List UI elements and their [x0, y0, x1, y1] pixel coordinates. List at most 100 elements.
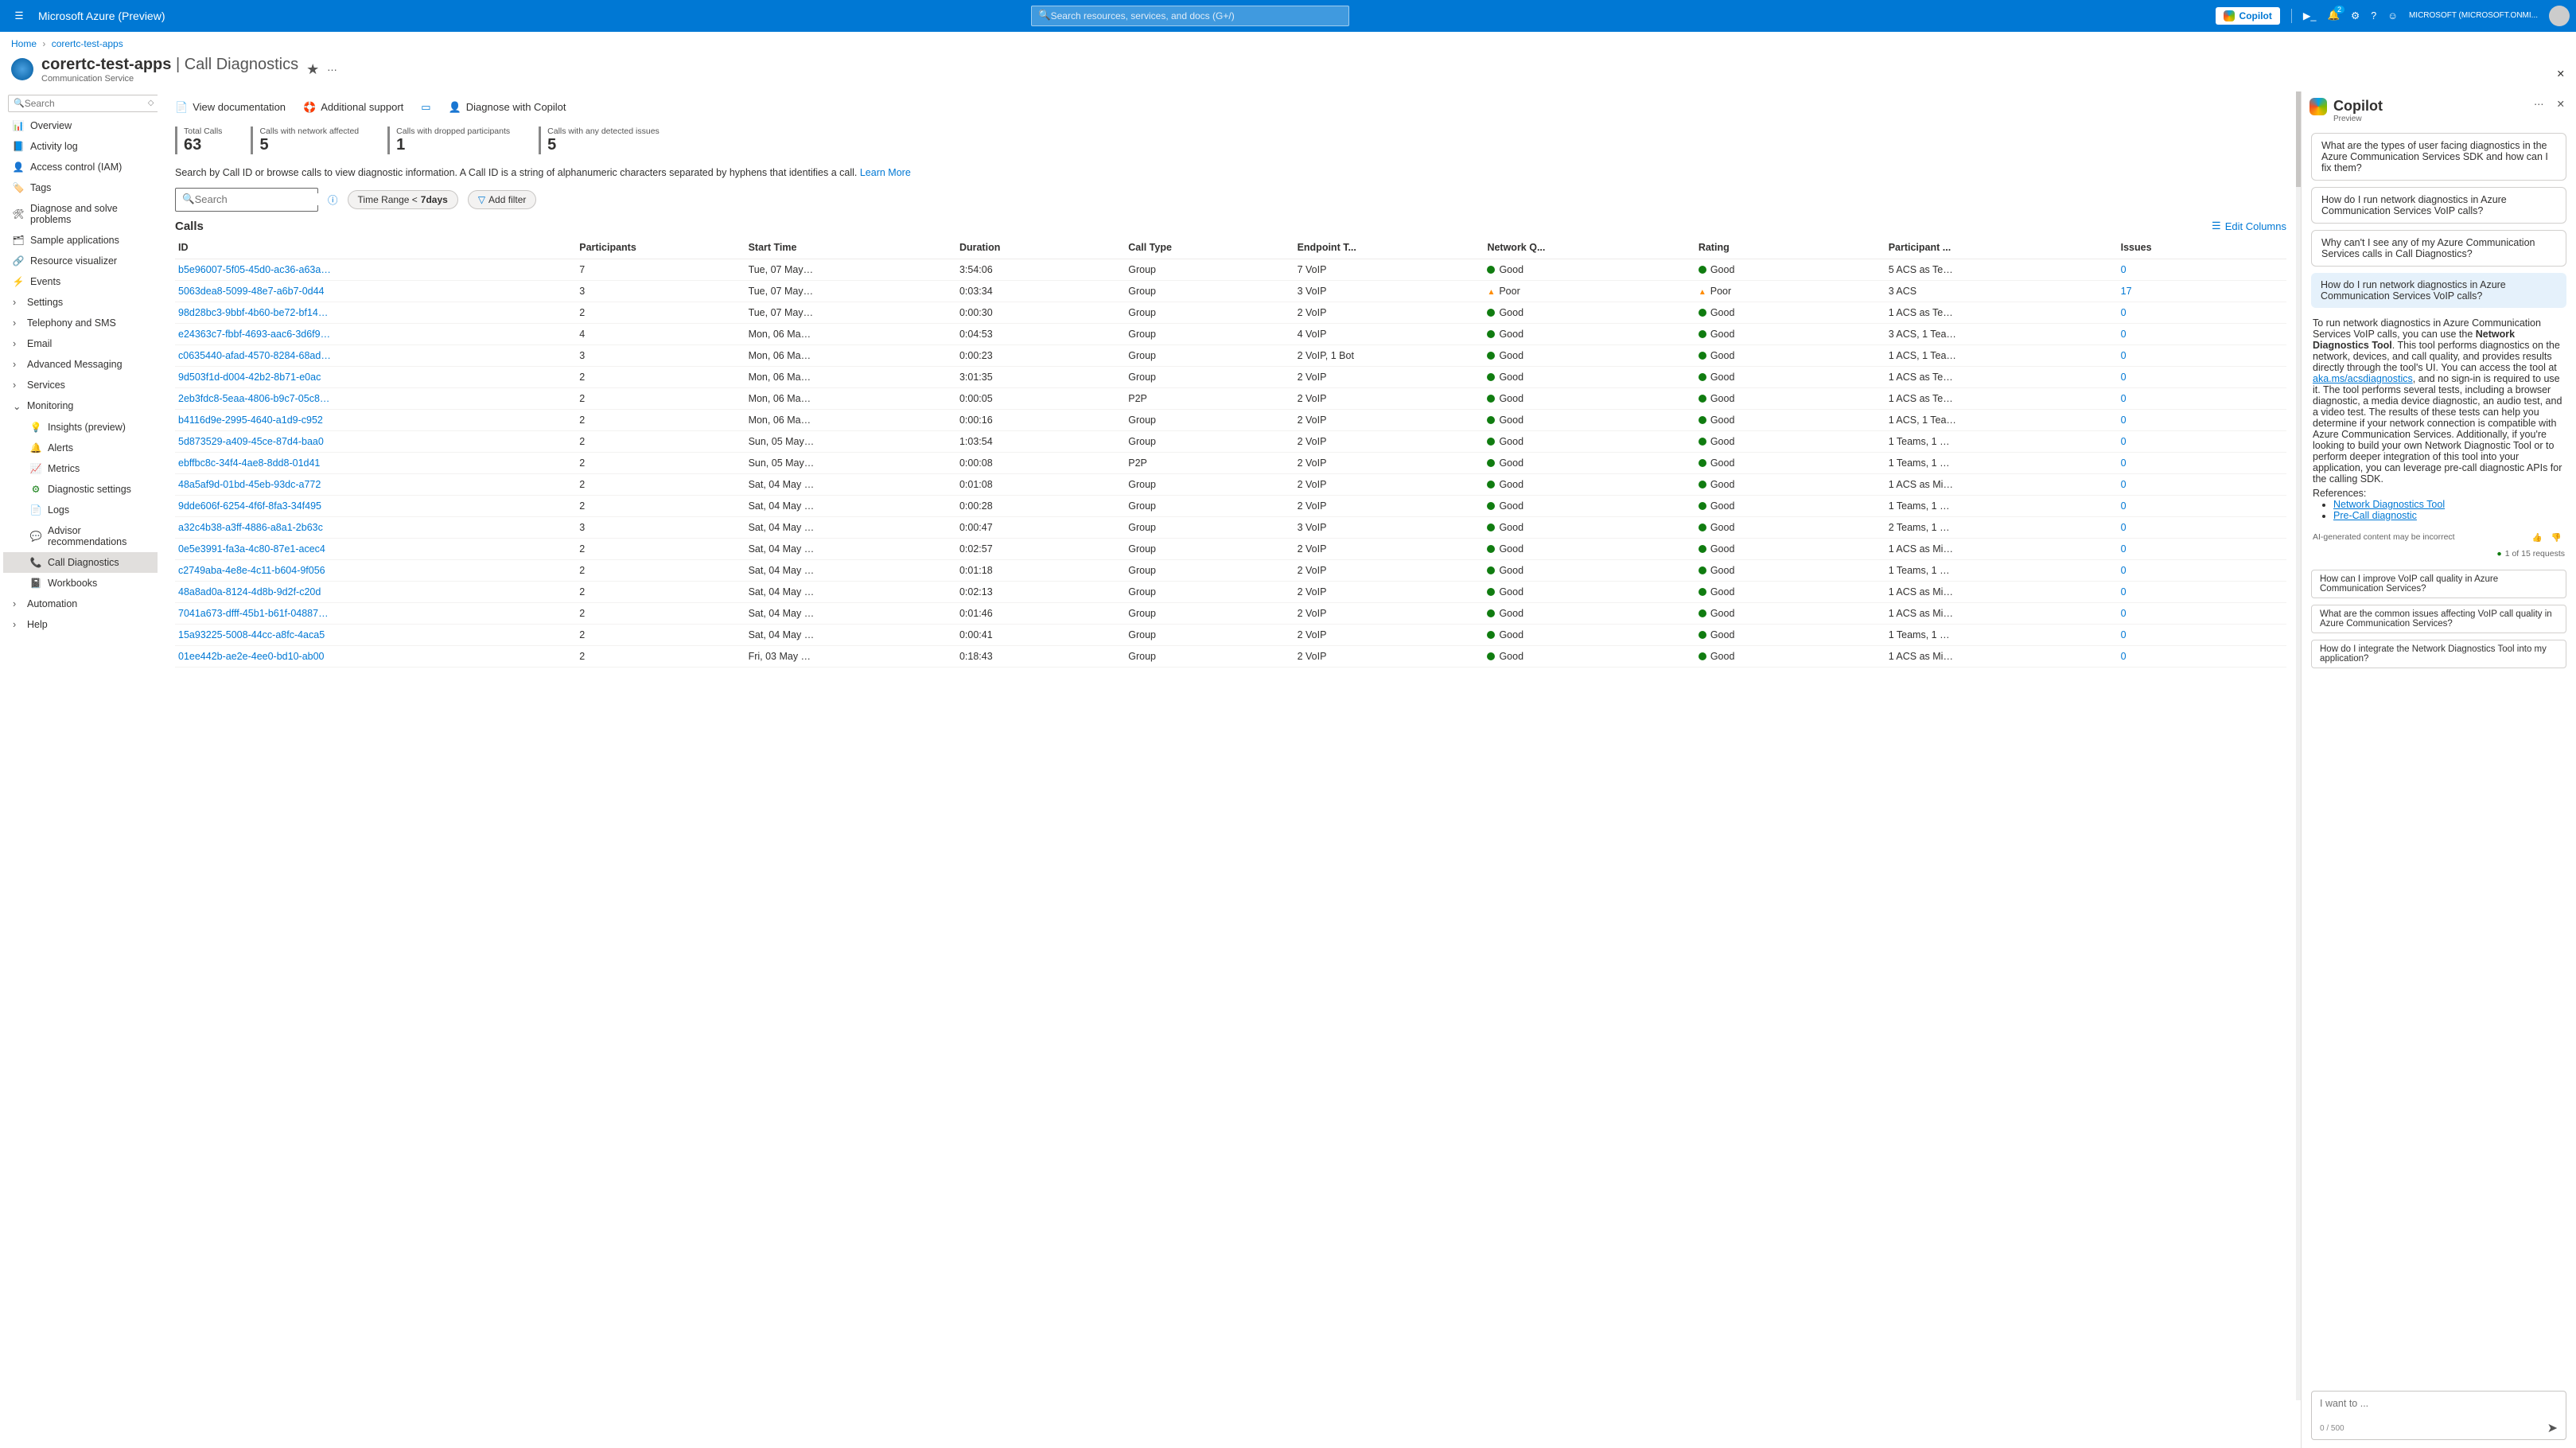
table-row[interactable]: 9d503f1d-d004-42b2-8b71-e0ac2Mon, 06 Ma…… [175, 366, 2286, 387]
settings-icon[interactable]: ⚙ [2351, 10, 2360, 21]
thumbs-up-icon[interactable]: 👍 [2529, 533, 2546, 543]
reference-link[interactable]: Network Diagnostics Tool [2333, 499, 2445, 510]
table-row[interactable]: 9dde606f-6254-4f6f-8fa3-34f4952Sat, 04 M… [175, 495, 2286, 516]
issues-link[interactable]: 0 [2121, 415, 2127, 426]
table-row[interactable]: 98d28bc3-9bbf-4b60-be72-bf14…2Tue, 07 Ma… [175, 302, 2286, 323]
table-row[interactable]: 48a8ad0a-8124-4d8b-9d2f-c20d2Sat, 04 May… [175, 581, 2286, 602]
issues-link[interactable]: 0 [2121, 522, 2127, 533]
breadcrumb-resource[interactable]: corertc-test-apps [52, 38, 123, 49]
issues-link[interactable]: 0 [2121, 651, 2127, 662]
sidebar-item-overview[interactable]: 📊Overview [3, 115, 158, 136]
close-blade-icon[interactable]: ✕ [2557, 68, 2565, 80]
more-actions-icon[interactable]: ⋯ [327, 64, 337, 76]
sidebar-item-logs[interactable]: 📄Logs [3, 500, 158, 520]
copilot-suggestion-card[interactable]: How do I run network diagnostics in Azur… [2311, 187, 2566, 224]
column-header[interactable]: ID [175, 236, 576, 259]
sidebar-item-alerts[interactable]: 🔔Alerts [3, 438, 158, 458]
issues-link[interactable]: 0 [2121, 586, 2127, 597]
sidebar-item-resource-visualizer[interactable]: 🔗Resource visualizer [3, 251, 158, 271]
table-row[interactable]: 2eb3fdc8-5eaa-4806-b9c7-05c8…2Mon, 06 Ma… [175, 387, 2286, 409]
global-search-input[interactable] [1051, 10, 1342, 21]
sidebar-item-tags[interactable]: 🏷️Tags [3, 177, 158, 198]
add-filter-chip[interactable]: ▽ Add filter [468, 190, 537, 209]
issues-link[interactable]: 0 [2121, 565, 2127, 576]
column-header[interactable]: Participants [576, 236, 745, 259]
sidebar-item-diagnostic-settings[interactable]: ⚙Diagnostic settings [3, 479, 158, 500]
issues-link[interactable]: 0 [2121, 479, 2127, 490]
table-row[interactable]: c2749aba-4e8e-4c11-b604-9f0562Sat, 04 Ma… [175, 559, 2286, 581]
sidebar-item-call-diagnostics[interactable]: 📞Call Diagnostics [3, 552, 158, 573]
learn-more-link[interactable]: Learn More [860, 167, 911, 178]
table-row[interactable]: 5d873529-a409-45ce-87d4-baa02Sun, 05 May… [175, 430, 2286, 452]
reference-link[interactable]: Pre-Call diagnostic [2333, 510, 2417, 521]
brand-label[interactable]: Microsoft Azure (Preview) [32, 10, 165, 22]
sidebar-item-telephony-and-sms[interactable]: ›Telephony and SMS [3, 313, 158, 333]
issues-link[interactable]: 0 [2121, 372, 2127, 383]
sidebar-item-events[interactable]: ⚡Events [3, 271, 158, 292]
call-id-link[interactable]: 5d873529-a409-45ce-87d4-baa0 [178, 436, 324, 447]
time-range-chip[interactable]: Time Range < 7days [348, 190, 458, 209]
column-header[interactable]: Start Time [745, 236, 956, 259]
table-row[interactable]: 5063dea8-5099-48e7-a6b7-0d443Tue, 07 May… [175, 280, 2286, 302]
column-header[interactable]: Issues [2118, 236, 2286, 259]
call-id-link[interactable]: 98d28bc3-9bbf-4b60-be72-bf14… [178, 307, 328, 318]
global-search[interactable]: 🔍 [1031, 6, 1349, 26]
issues-link[interactable]: 0 [2121, 500, 2127, 512]
sidebar-item-workbooks[interactable]: 📓Workbooks [3, 573, 158, 594]
call-id-link[interactable]: 48a5af9d-01bd-45eb-93dc-a772 [178, 479, 321, 490]
menu-search[interactable]: 🔍 ◇ [8, 95, 158, 112]
sidebar-item-activity-log[interactable]: 📘Activity log [3, 136, 158, 157]
copilot-text-input[interactable] [2320, 1398, 2558, 1409]
breadcrumb-home[interactable]: Home [11, 38, 37, 49]
scrollbar-thumb[interactable] [2296, 91, 2301, 187]
column-header[interactable]: Participant ... [1885, 236, 2118, 259]
call-id-link[interactable]: c0635440-afad-4570-8284-68ad… [178, 350, 331, 361]
diagnose-copilot-link[interactable]: 👤Diagnose with Copilot [449, 101, 566, 114]
issues-link[interactable]: 0 [2121, 436, 2127, 447]
sidebar-item-automation[interactable]: ›Automation [3, 594, 158, 614]
call-id-link[interactable]: b4116d9e-2995-4640-a1d9-c952 [178, 415, 323, 426]
info-icon[interactable]: ⓘ [328, 192, 338, 207]
call-id-link[interactable]: a32c4b38-a3ff-4886-a8a1-2b63c [178, 522, 323, 533]
column-header[interactable]: Network Q... [1484, 236, 1695, 259]
table-row[interactable]: 48a5af9d-01bd-45eb-93dc-a7722Sat, 04 May… [175, 473, 2286, 495]
issues-link[interactable]: 0 [2121, 629, 2127, 640]
copilot-suggestion-card[interactable]: Why can't I see any of my Azure Communic… [2311, 230, 2566, 267]
issues-link[interactable]: 0 [2121, 457, 2127, 469]
sidebar-item-advanced-messaging[interactable]: ›Advanced Messaging [3, 354, 158, 375]
call-search[interactable]: 🔍 [175, 188, 318, 212]
table-row[interactable]: c0635440-afad-4570-8284-68ad…3Mon, 06 Ma… [175, 344, 2286, 366]
table-row[interactable]: e24363c7-fbbf-4693-aac6-3d6f9…4Mon, 06 M… [175, 323, 2286, 344]
table-row[interactable]: 15a93225-5008-44cc-a8fc-4aca52Sat, 04 Ma… [175, 624, 2286, 645]
send-icon[interactable]: ➤ [2547, 1420, 2558, 1436]
view-documentation-link[interactable]: 📄View documentation [175, 101, 286, 114]
copilot-followup[interactable]: How do I integrate the Network Diagnosti… [2311, 640, 2566, 668]
sidebar-item-metrics[interactable]: 📈Metrics [3, 458, 158, 479]
copilot-close-icon[interactable]: ✕ [2554, 98, 2568, 110]
table-row[interactable]: 7041a673-dfff-45b1-b61f-04887…2Sat, 04 M… [175, 602, 2286, 624]
table-row[interactable]: b4116d9e-2995-4640-a1d9-c9522Mon, 06 Ma…… [175, 409, 2286, 430]
call-id-link[interactable]: e24363c7-fbbf-4693-aac6-3d6f9… [178, 329, 330, 340]
notifications-icon[interactable]: 🔔2 [2327, 10, 2340, 21]
sidebar-item-sample-applications[interactable]: 🗂Sample applications [3, 230, 158, 251]
call-id-link[interactable]: 7041a673-dfff-45b1-b61f-04887… [178, 608, 329, 619]
copilot-followup[interactable]: How can I improve VoIP call quality in A… [2311, 570, 2566, 598]
copilot-followup[interactable]: What are the common issues affecting VoI… [2311, 605, 2566, 633]
thumbs-down-icon[interactable]: 👎 [2548, 533, 2565, 543]
call-id-link[interactable]: 5063dea8-5099-48e7-a6b7-0d44 [178, 286, 325, 297]
issues-link[interactable]: 0 [2121, 350, 2127, 361]
table-row[interactable]: 01ee442b-ae2e-4ee0-bd10-ab002Fri, 03 May… [175, 645, 2286, 667]
call-id-link[interactable]: b5e96007-5f05-45d0-ac36-a63a… [178, 264, 331, 275]
avatar[interactable] [2549, 6, 2570, 26]
user-account[interactable]: MICROSOFT (MICROSOFT.ONMI... [2409, 11, 2538, 20]
bot-link[interactable]: aka.ms/acsdiagnostics [2313, 373, 2413, 384]
scrollbar[interactable] [2296, 91, 2301, 1400]
search-opts-icon[interactable]: ◇ [148, 99, 154, 107]
issues-link[interactable]: 0 [2121, 264, 2127, 275]
call-search-input[interactable] [195, 193, 335, 205]
favorite-star-icon[interactable]: ★ [306, 61, 319, 78]
feedback-icon[interactable]: ☺ [2387, 10, 2398, 21]
column-header[interactable]: Call Type [1125, 236, 1294, 259]
additional-support-link[interactable]: 🛟Additional support [303, 101, 403, 114]
call-id-link[interactable]: 9dde606f-6254-4f6f-8fa3-34f495 [178, 500, 321, 512]
